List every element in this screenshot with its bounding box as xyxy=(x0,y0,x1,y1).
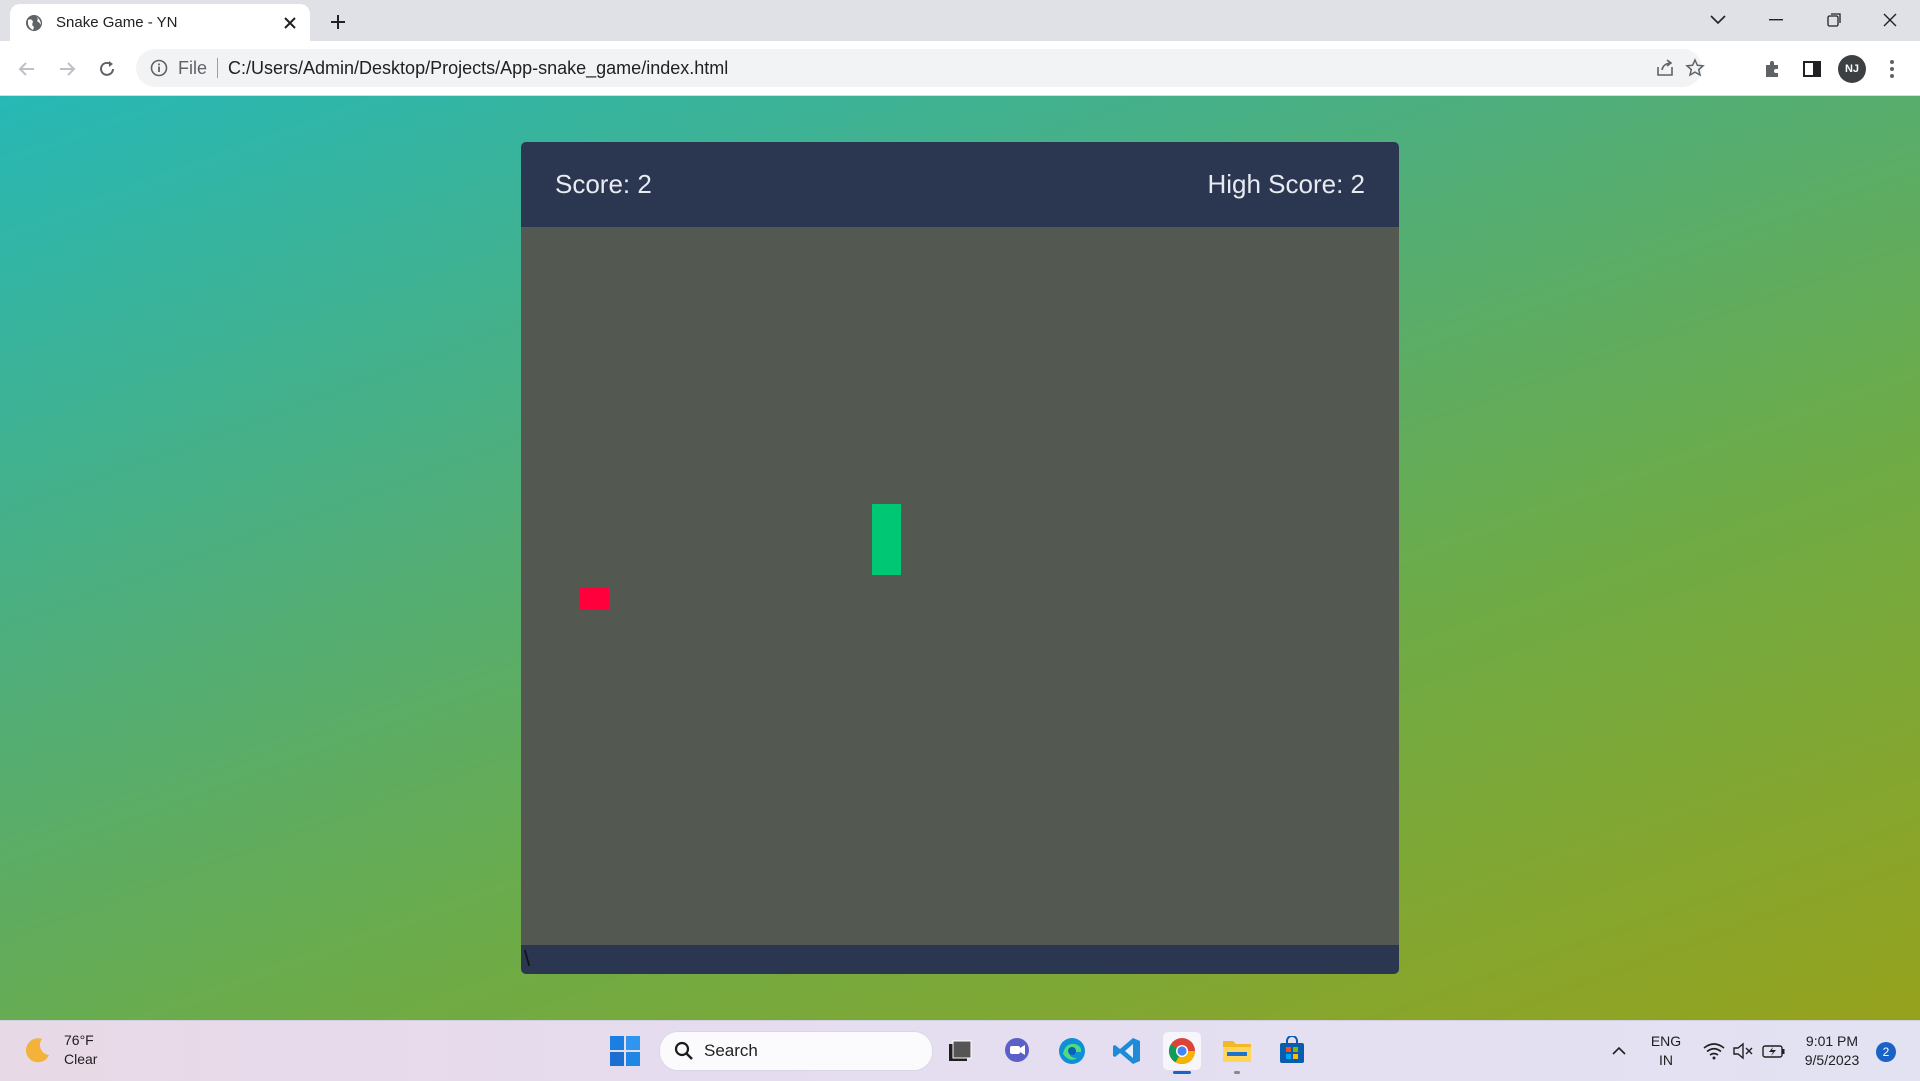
region-code: IN xyxy=(1659,1052,1673,1068)
food-block xyxy=(580,588,609,610)
profile-avatar[interactable]: NJ xyxy=(1836,53,1868,85)
microsoft-store-icon[interactable] xyxy=(1273,1032,1311,1070)
clock[interactable]: 9:01 PM 9/5/2023 xyxy=(1796,1021,1868,1081)
vscode-icon[interactable] xyxy=(1108,1032,1146,1070)
notification-badge[interactable]: 2 xyxy=(1876,1042,1896,1062)
search-icon xyxy=(674,1041,693,1060)
back-button[interactable] xyxy=(12,54,42,84)
running-app-indicator xyxy=(1234,1071,1240,1074)
weather-condition: Clear xyxy=(64,1051,98,1067)
page-background: Score: 2 High Score: 2 \ xyxy=(0,96,1920,1020)
share-icon[interactable] xyxy=(1650,53,1680,83)
game-board[interactable] xyxy=(521,227,1399,945)
clock-time: 9:01 PM xyxy=(1805,1033,1859,1049)
chrome-icon[interactable] xyxy=(1163,1032,1201,1074)
address-url[interactable]: C:/Users/Admin/Desktop/Projects/App-snak… xyxy=(228,58,728,79)
windows-start-icon[interactable] xyxy=(608,1034,642,1068)
file-explorer-icon[interactable] xyxy=(1218,1032,1256,1074)
info-icon[interactable] xyxy=(150,59,168,77)
minimize-button[interactable] xyxy=(1748,0,1804,40)
browser-menu-icon[interactable] xyxy=(1876,53,1908,85)
search-label: Search xyxy=(704,1041,758,1060)
language-indicator[interactable]: ENG IN xyxy=(1646,1021,1686,1081)
reload-button[interactable] xyxy=(92,54,122,84)
tab-title: Snake Game - YN xyxy=(56,14,178,31)
snake-body-segment xyxy=(872,539,901,575)
high-score-label: High Score: 2 xyxy=(1207,169,1365,199)
globe-icon xyxy=(26,14,42,31)
taskbar: 76°F Clear Search ENG IN 9:01 PM 9/5/202… xyxy=(0,1020,1920,1081)
restore-button[interactable] xyxy=(1806,0,1862,40)
game-header: Score: 2 High Score: 2 xyxy=(521,142,1399,227)
moon-icon xyxy=(25,1038,49,1063)
browser-toolbar: File C:/Users/Admin/Desktop/Projects/App… xyxy=(0,41,1920,96)
extensions-icon[interactable] xyxy=(1756,53,1788,85)
controls-glyph: \ xyxy=(524,946,531,971)
weather-temperature: 76°F xyxy=(64,1032,94,1048)
language-code: ENG xyxy=(1650,1033,1682,1049)
volume-muted-icon[interactable] xyxy=(1730,1021,1756,1081)
show-hidden-icons-chevron[interactable] xyxy=(1602,1021,1636,1081)
wifi-icon[interactable] xyxy=(1700,1021,1728,1081)
teams-chat-icon[interactable] xyxy=(998,1032,1036,1070)
bookmark-star-icon[interactable] xyxy=(1680,53,1710,83)
task-view-icon[interactable] xyxy=(941,1032,979,1070)
edge-browser-icon[interactable] xyxy=(1053,1032,1091,1070)
new-tab-button[interactable] xyxy=(322,6,354,38)
side-panel-icon[interactable] xyxy=(1796,53,1828,85)
close-tab-icon[interactable] xyxy=(276,9,304,37)
snake-head xyxy=(872,504,901,539)
game-controls-bar: \ xyxy=(521,945,1399,974)
tab-search-button[interactable] xyxy=(1690,0,1746,40)
clock-date: 9/5/2023 xyxy=(1804,1052,1860,1068)
score-label: Score: 2 xyxy=(555,169,652,199)
close-window-button[interactable] xyxy=(1862,0,1918,40)
address-bar[interactable]: File C:/Users/Admin/Desktop/Projects/App… xyxy=(136,49,1705,87)
weather-widget[interactable]: 76°F Clear xyxy=(22,1031,97,1069)
taskbar-search[interactable]: Search xyxy=(659,1031,933,1071)
browser-tab-bar: Snake Game - YN xyxy=(0,0,1920,41)
avatar: NJ xyxy=(1838,55,1866,83)
snake-game-container: Score: 2 High Score: 2 \ xyxy=(521,142,1399,974)
active-app-indicator xyxy=(1173,1071,1191,1074)
forward-button[interactable] xyxy=(52,54,82,84)
address-scheme-label: File xyxy=(178,57,208,78)
battery-icon[interactable] xyxy=(1760,1021,1788,1081)
address-separator xyxy=(217,58,219,78)
browser-tab[interactable]: Snake Game - YN xyxy=(10,4,310,41)
